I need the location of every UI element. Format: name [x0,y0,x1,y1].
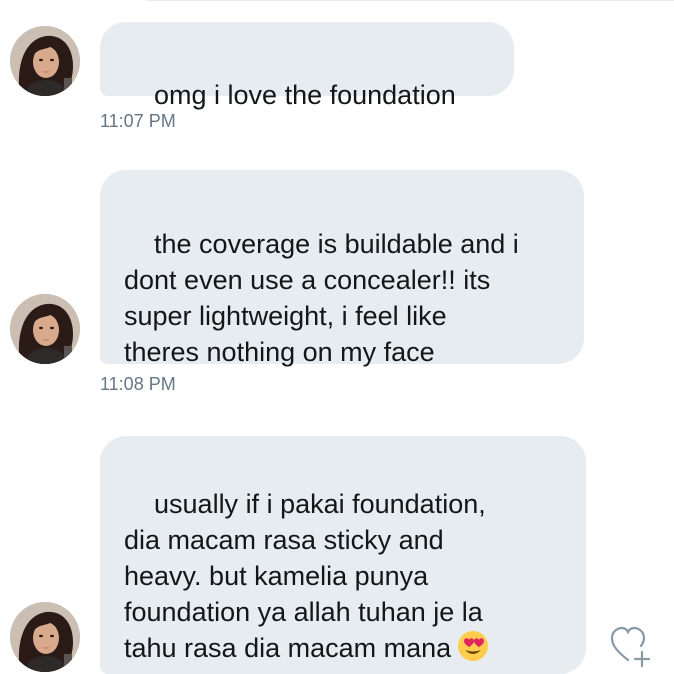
avatar[interactable] [10,294,80,364]
message-timestamp: 11:08 PM [100,374,176,394]
top-divider [146,0,674,1]
message-bubble[interactable]: the coverage is buildable and i dont eve… [100,170,584,367]
message-text: the coverage is buildable and i dont eve… [124,229,519,367]
avatar[interactable] [10,26,80,96]
message-text: usually if i pakai foundation, dia macam… [124,489,486,663]
heart-eyes-emoji [457,630,489,662]
message-text: omg i love the foundation [154,80,456,110]
heart-plus-icon[interactable] [608,624,654,668]
avatar[interactable] [10,602,80,672]
message-timestamp: 11:07 PM [100,111,176,131]
message-bubble[interactable]: usually if i pakai foundation, dia macam… [100,436,586,674]
message-bubble[interactable]: omg i love the foundation [100,22,514,110]
